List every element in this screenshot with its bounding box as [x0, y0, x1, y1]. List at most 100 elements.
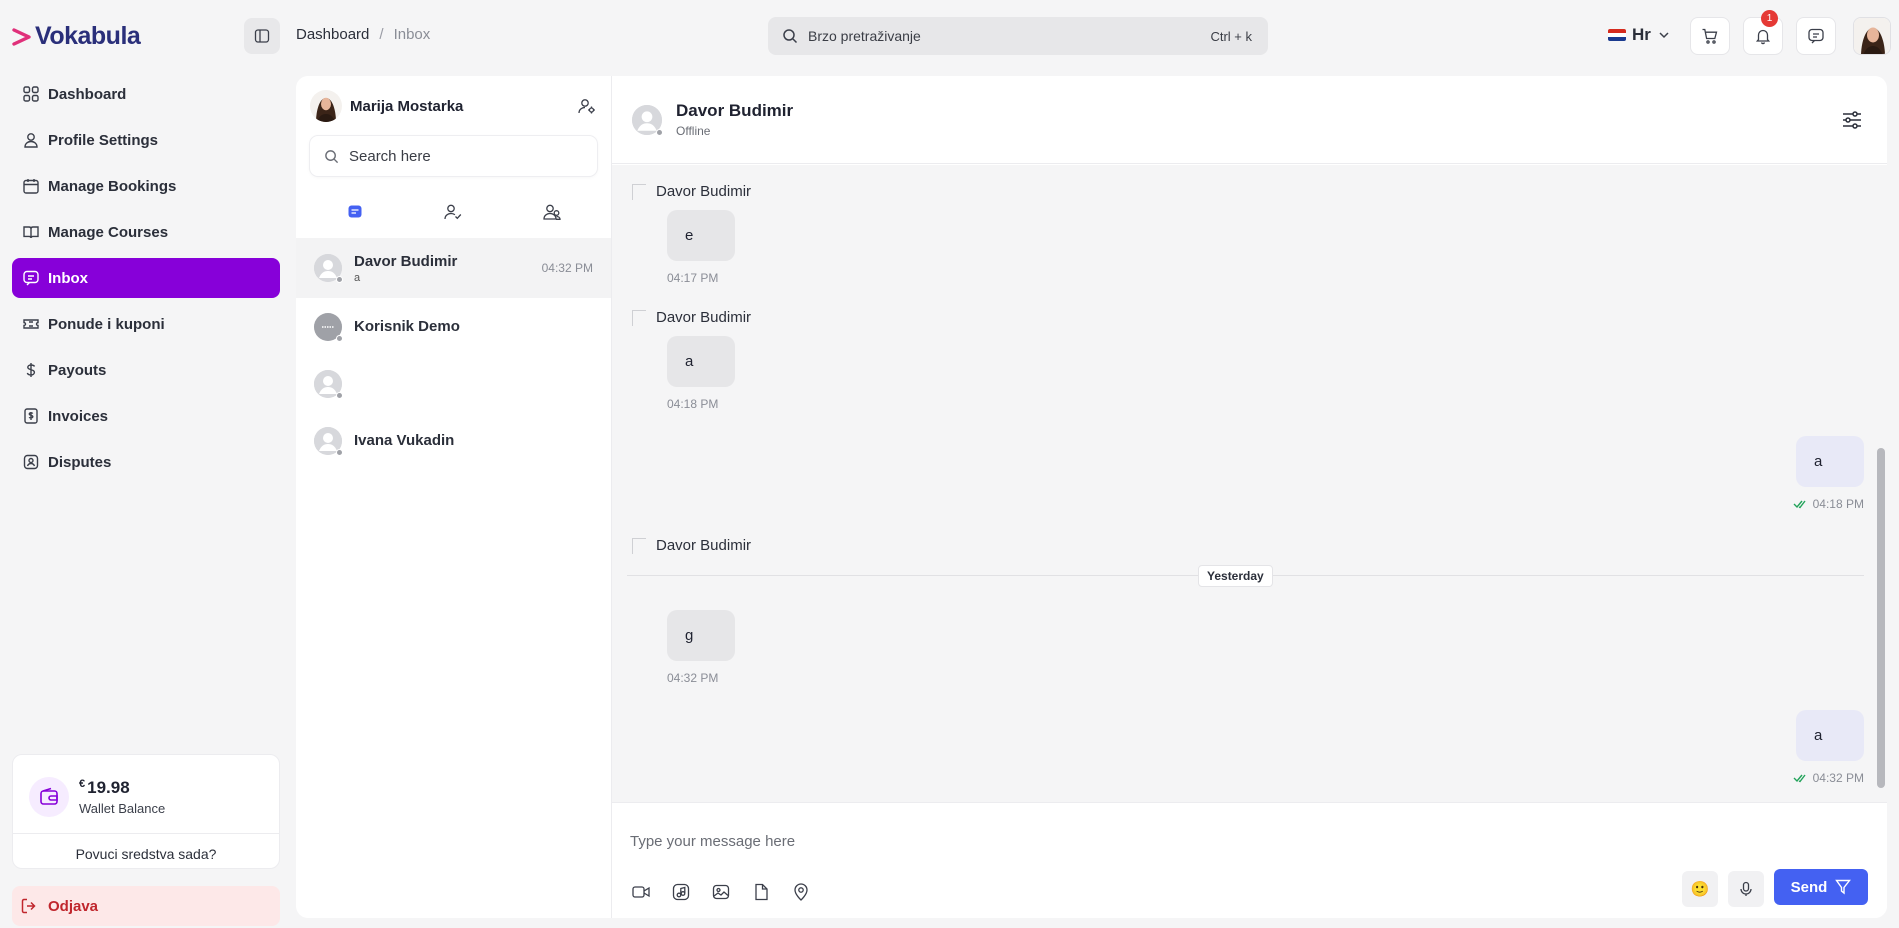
voice-record-button[interactable]	[1728, 871, 1764, 907]
book-icon	[23, 226, 39, 239]
breadcrumb-dashboard[interactable]: Dashboard	[296, 26, 369, 43]
message-time: 04:18 PM	[667, 397, 719, 411]
sidebar-item-inbox[interactable]: Inbox	[12, 258, 280, 298]
conversation-avatar	[314, 369, 343, 399]
sidebar-toggle-button[interactable]	[244, 18, 280, 54]
conversation-name: Korisnik Demo	[354, 318, 460, 335]
avatar-photo	[1854, 18, 1890, 54]
conversation-item[interactable]: Davor Budimir a 04:32 PM	[296, 238, 611, 298]
dollar-icon	[26, 363, 36, 377]
message-sender: Davor Budimir	[632, 183, 751, 200]
scrollbar-thumb[interactable]	[1877, 448, 1885, 788]
sidebar-item-manage-bookings[interactable]: Manage Bookings	[12, 166, 280, 206]
conversation-item[interactable]: Ivana Vukadin	[296, 412, 611, 469]
conversation-avatar	[314, 426, 343, 456]
user-avatar[interactable]	[1853, 17, 1891, 55]
image-attach-button[interactable]	[710, 881, 732, 903]
sender-avatar	[632, 183, 646, 200]
sender-avatar	[632, 537, 646, 554]
quick-search-input[interactable]: Brzo pretraživanje Ctrl + k	[768, 17, 1268, 55]
croatia-flag-icon	[1608, 29, 1626, 41]
breadcrumb: Dashboard / Inbox	[296, 26, 430, 43]
message-sender: Davor Budimir	[632, 309, 751, 326]
offline-status-dot	[336, 448, 343, 456]
file-icon	[755, 883, 768, 901]
messages-button[interactable]	[1796, 17, 1836, 55]
image-icon	[712, 884, 730, 900]
day-label: Yesterday	[1198, 565, 1273, 587]
conversation-search-input[interactable]: Search here	[310, 136, 597, 176]
sidebar: Vokabula Dashboard Profile Settings Mana…	[0, 0, 290, 928]
attachment-tools	[630, 881, 812, 903]
conversation-preview: a	[354, 271, 361, 284]
cart-button[interactable]	[1690, 17, 1730, 55]
notifications-button[interactable]: 1	[1743, 10, 1783, 55]
chat-header: Davor Budimir Offline	[612, 76, 1887, 164]
sidebar-item-payouts[interactable]: Payouts	[12, 350, 280, 390]
logout-label: Odjava	[48, 897, 99, 915]
sidebar-item-manage-courses[interactable]: Manage Courses	[12, 212, 280, 252]
sidebar-item-invoices[interactable]: Invoices	[12, 396, 280, 436]
scrollbar[interactable]	[1873, 165, 1887, 802]
location-attach-button[interactable]	[790, 881, 812, 903]
grid-icon	[23, 86, 39, 102]
contacts-settings-icon[interactable]	[577, 96, 597, 116]
search-icon	[325, 149, 339, 163]
message-time: 04:17 PM	[667, 271, 719, 285]
tab-groups[interactable]	[532, 202, 572, 222]
chat-bubble-icon	[348, 205, 362, 218]
video-attach-button[interactable]	[630, 881, 652, 903]
language-select[interactable]: Hr	[1608, 25, 1671, 45]
message-time: 04:32 PM	[667, 671, 719, 685]
conversation-list-panel: Marija Mostarka Search here Davor Budimi…	[296, 76, 612, 918]
message-composer: Type your message here 🙂 Send	[612, 802, 1887, 918]
chat-contact-avatar	[632, 104, 663, 136]
message-time: 04:18 PM	[1793, 497, 1864, 511]
sidebar-item-profile-settings[interactable]: Profile Settings	[12, 120, 280, 160]
chat-icon	[23, 270, 39, 286]
sidebar-nav: Dashboard Profile Settings Manage Bookin…	[12, 74, 280, 488]
withdraw-link[interactable]: Povuci sredstva sada?	[13, 834, 279, 862]
breadcrumb-inbox: Inbox	[393, 26, 431, 43]
sender-avatar	[632, 309, 646, 326]
sidebar-item-label: Profile Settings	[48, 131, 159, 149]
emoji-button[interactable]: 🙂	[1682, 871, 1718, 907]
tab-chats[interactable]	[335, 203, 375, 221]
message-time: 04:32 PM	[1793, 771, 1864, 785]
wallet-icon	[29, 777, 69, 817]
tab-contacts[interactable]	[433, 202, 473, 222]
message-input[interactable]: Type your message here	[630, 833, 795, 850]
microphone-icon	[1740, 881, 1752, 896]
logout-button[interactable]: Odjava	[12, 886, 280, 926]
location-icon	[794, 883, 808, 901]
audio-attach-button[interactable]	[670, 881, 692, 903]
search-shortcut: Ctrl + k	[1210, 28, 1252, 44]
logout-icon	[21, 898, 36, 914]
settings-sliders-icon[interactable]	[1841, 109, 1863, 131]
quick-search-placeholder: Brzo pretraživanje	[808, 28, 921, 44]
calendar-icon	[23, 179, 39, 194]
sidebar-item-label: Disputes	[48, 453, 112, 471]
sidebar-item-ponude-i-kuponi[interactable]: Ponude i kuponi	[12, 304, 280, 344]
users-icon	[543, 204, 561, 220]
logo[interactable]: Vokabula	[12, 22, 141, 51]
video-icon	[632, 886, 650, 898]
offline-status-dot	[336, 276, 343, 283]
conversation-name: Davor Budimir	[354, 252, 458, 270]
logo-text: Vokabula	[35, 22, 141, 50]
sidebar-item-dashboard[interactable]: Dashboard	[12, 74, 280, 114]
send-label: Send	[1790, 878, 1828, 896]
incoming-message: g	[667, 610, 735, 661]
file-attach-button[interactable]	[750, 881, 772, 903]
conversation-item[interactable]: Korisnik Demo	[296, 298, 611, 355]
conversation-item[interactable]	[296, 355, 611, 412]
incoming-message: a	[667, 336, 735, 387]
message-list: Davor Budimir e 04:17 PM Davor Budimir a…	[612, 165, 1887, 802]
sidebar-toggle-icon	[254, 29, 270, 43]
sidebar-item-label: Ponude i kuponi	[48, 315, 165, 333]
send-button[interactable]: Send	[1774, 869, 1868, 905]
double-check-icon	[1793, 774, 1806, 783]
logo-mark-icon	[12, 27, 31, 46]
user-icon	[24, 133, 38, 148]
sidebar-item-disputes[interactable]: Disputes	[12, 442, 280, 482]
